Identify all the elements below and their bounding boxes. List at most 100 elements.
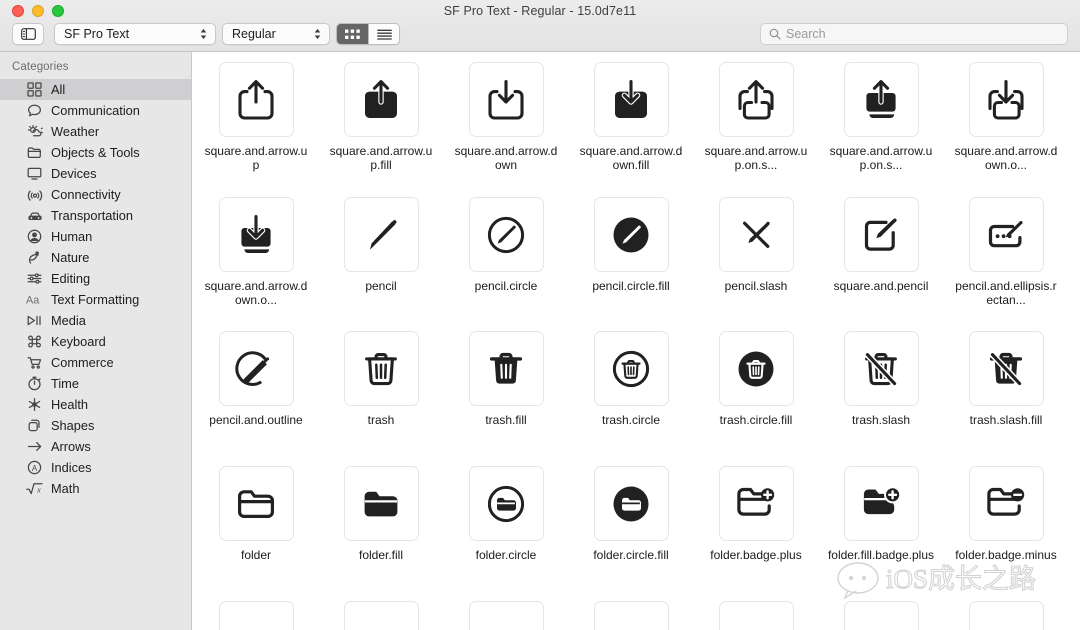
icon-cell[interactable] [451, 601, 561, 630]
icon-tile-partial[interactable] [468, 601, 544, 630]
icon-cell[interactable]: pencil [326, 197, 436, 293]
icon-cell[interactable] [826, 601, 936, 630]
icon-cell[interactable]: trash [326, 331, 436, 427]
sidebar-item-all[interactable]: All [0, 79, 191, 100]
square-arrow-down-icon[interactable] [468, 62, 544, 137]
trash-icon[interactable] [343, 331, 419, 406]
square-arrow-up-on-square-fill-icon[interactable] [843, 62, 919, 137]
icon-cell[interactable]: pencil.and.outline [201, 331, 311, 427]
icon-cell[interactable]: square.and.arrow.down.o... [201, 197, 311, 307]
sidebar-item-weather[interactable]: Weather [0, 121, 191, 142]
list-view-button[interactable] [368, 24, 399, 44]
icon-cell[interactable]: square.and.arrow.up [201, 62, 311, 172]
sidebar-item-editing[interactable]: Editing [0, 268, 191, 289]
icon-cell[interactable]: trash.slash [826, 331, 936, 427]
pencil-and-ellipsis-rectangle-icon[interactable] [968, 197, 1044, 272]
icon-cell[interactable] [201, 601, 311, 630]
square-and-pencil-icon[interactable] [843, 197, 919, 272]
icon-cell[interactable]: folder [201, 466, 311, 562]
icon-grid[interactable]: square.and.arrow.up square.and.arrow.up.f… [193, 52, 1080, 630]
trash-fill-icon[interactable] [468, 331, 544, 406]
icon-tile-partial[interactable] [218, 601, 294, 630]
icon-cell[interactable]: folder.circle.fill [576, 466, 686, 562]
icon-cell[interactable]: trash.slash.fill [951, 331, 1061, 427]
sidebar-item-label: Arrows [51, 439, 91, 454]
folder-fill-icon[interactable] [343, 466, 419, 541]
icon-cell[interactable]: trash.circle [576, 331, 686, 427]
icon-tile-partial[interactable] [718, 601, 794, 630]
sidebar-item-arrows[interactable]: Arrows [0, 436, 191, 457]
icon-cell[interactable]: trash.fill [451, 331, 561, 427]
sidebar-item-human[interactable]: Human [0, 226, 191, 247]
icon-cell[interactable]: folder.circle [451, 466, 561, 562]
sidebar-item-health[interactable]: Health [0, 394, 191, 415]
folder-circle-icon[interactable] [468, 466, 544, 541]
trash-slash-fill-icon[interactable] [968, 331, 1044, 406]
icon-cell[interactable] [701, 601, 811, 630]
icon-cell[interactable]: square.and.arrow.down [451, 62, 561, 172]
sidebar-item-shapes[interactable]: Shapes [0, 415, 191, 436]
sidebar-item-transportation[interactable]: Transportation [0, 205, 191, 226]
sidebar-item-connectivity[interactable]: Connectivity [0, 184, 191, 205]
pencil-and-outline-icon[interactable] [218, 331, 294, 406]
icon-cell[interactable]: pencil.slash [701, 197, 811, 293]
square-arrow-down-on-square-icon[interactable] [968, 62, 1044, 137]
icon-cell[interactable]: pencil.and.ellipsis.rectan... [951, 197, 1061, 307]
icon-cell[interactable] [326, 601, 436, 630]
trash-circle-icon[interactable] [593, 331, 669, 406]
trash-slash-icon[interactable] [843, 331, 919, 406]
icon-cell[interactable]: folder.fill.badge.plus [826, 466, 936, 562]
folder-fill-badge-plus-icon[interactable] [843, 466, 919, 541]
font-family-popup[interactable]: SF Pro Text [54, 23, 216, 45]
icon-tile-partial[interactable] [343, 601, 419, 630]
folder-circle-fill-icon[interactable] [593, 466, 669, 541]
sidebar-item-time[interactable]: Time [0, 373, 191, 394]
categories-header: Categories [12, 61, 69, 73]
icon-cell[interactable]: square.and.pencil [826, 197, 936, 293]
grid-view-button[interactable] [337, 24, 368, 44]
icon-tile-partial[interactable] [968, 601, 1044, 630]
icon-cell[interactable]: square.and.arrow.up.fill [326, 62, 436, 172]
folder-badge-plus-icon[interactable] [718, 466, 794, 541]
icon-tile-partial[interactable] [593, 601, 669, 630]
view-mode-segmented-control[interactable] [336, 23, 400, 45]
icon-cell[interactable]: folder.fill [326, 466, 436, 562]
icon-tile-partial[interactable] [843, 601, 919, 630]
sidebar-item-objects-tools[interactable]: Objects & Tools [0, 142, 191, 163]
icon-cell[interactable]: pencil.circle.fill [576, 197, 686, 293]
sidebar-item-commerce[interactable]: Commerce [0, 352, 191, 373]
icon-cell[interactable]: folder.badge.minus [951, 466, 1061, 562]
square-arrow-down-fill-icon[interactable] [593, 62, 669, 137]
icon-cell[interactable]: square.and.arrow.down.fill [576, 62, 686, 172]
icon-cell[interactable]: trash.circle.fill [701, 331, 811, 427]
icon-cell[interactable] [951, 601, 1061, 630]
sidebar-item-media[interactable]: Media [0, 310, 191, 331]
sidebar-item-devices[interactable]: Devices [0, 163, 191, 184]
square-arrow-down-on-square-fill-icon[interactable] [218, 197, 294, 272]
square-arrow-up-on-square-icon[interactable] [718, 62, 794, 137]
font-weight-popup[interactable]: Regular [222, 23, 330, 45]
icon-cell[interactable]: square.and.arrow.up.on.s... [826, 62, 936, 172]
icon-cell[interactable] [576, 601, 686, 630]
sidebar-toggle-button[interactable] [12, 23, 44, 45]
sidebar-item-math[interactable]: x Math [0, 478, 191, 499]
sidebar-item-keyboard[interactable]: Keyboard [0, 331, 191, 352]
icon-cell[interactable]: pencil.circle [451, 197, 561, 293]
icon-cell[interactable]: square.and.arrow.down.o... [951, 62, 1061, 172]
pencil-circle-icon[interactable] [468, 197, 544, 272]
pencil-circle-fill-icon[interactable] [593, 197, 669, 272]
pencil-icon[interactable] [343, 197, 419, 272]
sidebar-item-text-formatting[interactable]: Aa Text Formatting [0, 289, 191, 310]
icon-cell[interactable]: folder.badge.plus [701, 466, 811, 562]
sidebar-item-communication[interactable]: Communication [0, 100, 191, 121]
square-arrow-up-fill-icon[interactable] [343, 62, 419, 137]
folder-badge-minus-icon[interactable] [968, 466, 1044, 541]
square-arrow-up-icon[interactable] [218, 62, 294, 137]
icon-cell[interactable]: square.and.arrow.up.on.s... [701, 62, 811, 172]
sidebar-item-nature[interactable]: Nature [0, 247, 191, 268]
trash-circle-fill-icon[interactable] [718, 331, 794, 406]
search-field[interactable]: Search [760, 23, 1068, 45]
folder-icon[interactable] [218, 466, 294, 541]
pencil-slash-icon[interactable] [718, 197, 794, 272]
sidebar-item-indices[interactable]: A Indices [0, 457, 191, 478]
